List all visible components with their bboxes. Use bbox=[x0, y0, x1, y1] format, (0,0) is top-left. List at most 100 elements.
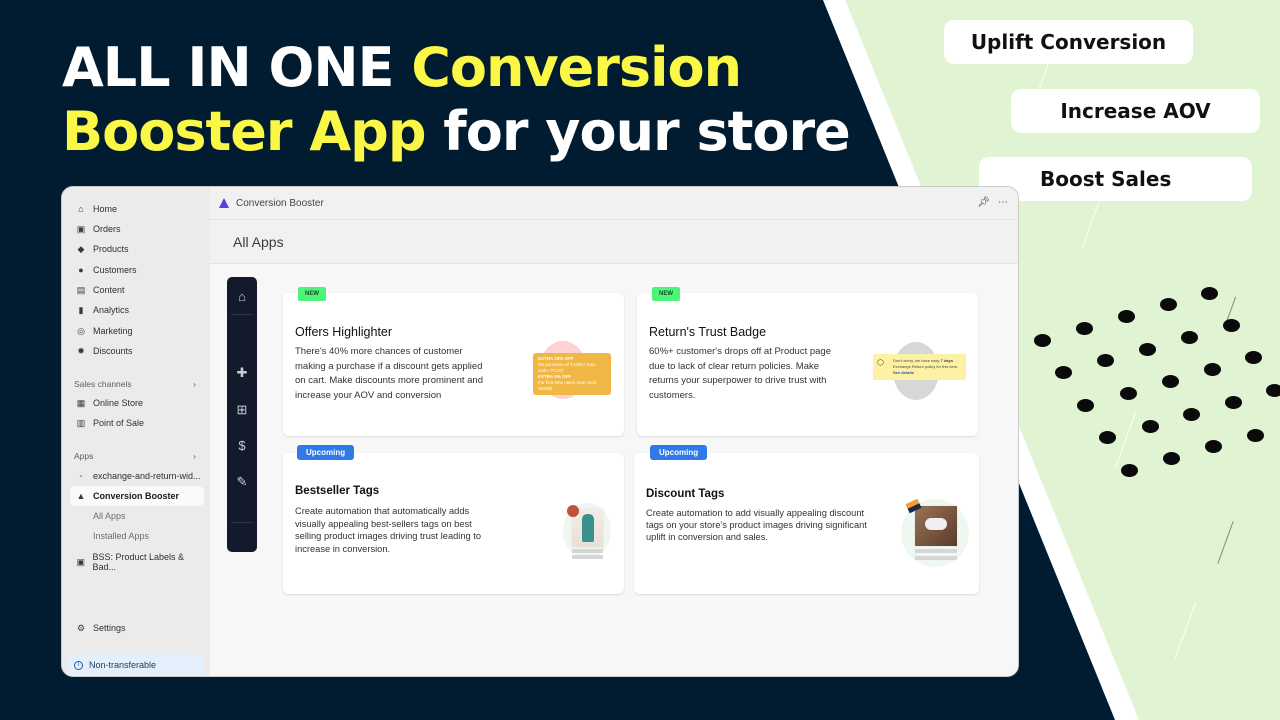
app-icon: ▪ bbox=[79, 471, 83, 481]
card-title: Offers Highlighter bbox=[295, 325, 393, 339]
card-title: Discount Tags bbox=[646, 488, 725, 500]
apps-header[interactable]: Apps › bbox=[74, 451, 196, 461]
sidebar-item-products[interactable]: ◆ Products bbox=[70, 239, 204, 259]
home-icon[interactable]: ⌂ bbox=[227, 289, 257, 304]
discount-icon: ✹ bbox=[77, 345, 85, 356]
decor-dot bbox=[1205, 440, 1222, 453]
sidebar-item-online-store[interactable]: ▦ Online Store bbox=[70, 393, 204, 413]
decor-dot bbox=[1121, 464, 1138, 477]
chevron-right-icon: › bbox=[193, 379, 196, 389]
decor-dot bbox=[1266, 384, 1280, 397]
non-transferable-banner[interactable]: i Non-transferable bbox=[67, 654, 204, 676]
decor-dot bbox=[1181, 331, 1198, 344]
product-thumbnail bbox=[915, 506, 957, 546]
placeholder-bar bbox=[915, 549, 957, 553]
home-icon: ⌂ bbox=[78, 204, 84, 214]
card-description: 60%+ customer's drops off at Product pag… bbox=[649, 346, 831, 401]
rail-divider bbox=[231, 314, 253, 315]
sidebar-item-settings[interactable]: ⚙ Settings bbox=[70, 618, 204, 638]
bestseller-tag-icon bbox=[567, 505, 579, 517]
app-nav-rail: ⌂ ✚ ⊞ $ ✎ bbox=[227, 277, 257, 552]
conversion-booster-logo bbox=[219, 198, 229, 208]
add-app-icon[interactable]: ⊞ bbox=[227, 402, 257, 418]
benefit-pill-aov: Increase AOV bbox=[1011, 89, 1260, 133]
card-title: Return's Trust Badge bbox=[649, 325, 767, 339]
more-icon[interactable]: ⋯ bbox=[998, 197, 1008, 208]
decor-dot bbox=[1204, 363, 1221, 376]
benefit-pill-uplift: Uplift Conversion bbox=[944, 20, 1193, 64]
upcoming-badge: Upcoming bbox=[650, 445, 708, 460]
card-title: Bestseller Tags bbox=[295, 485, 380, 497]
sidebar-item-point-of-sale[interactable]: ▥ Point of Sale bbox=[70, 413, 204, 433]
decor-dot bbox=[1077, 399, 1094, 412]
decor-dot bbox=[1120, 387, 1137, 400]
decor-dot bbox=[1142, 420, 1159, 433]
admin-sidebar: ⌂ Home ▣ Orders ◆ Products ● Customers ▤ Cont… bbox=[62, 187, 210, 676]
pin-icon[interactable]: ✚ bbox=[227, 365, 257, 381]
card-offers-highlighter[interactable]: NEW Offers Highlighter There's 40% more … bbox=[283, 287, 624, 436]
edit-icon[interactable]: ✎ bbox=[227, 474, 257, 490]
main-content: ⌂ ✚ ⊞ $ ✎ NEW Offers Highlighter There's… bbox=[210, 264, 1018, 676]
app-topbar: Conversion Booster 📌︎ ⋯ bbox=[210, 187, 1018, 219]
store-icon: ▦ bbox=[76, 397, 86, 408]
sidebar-item-all-apps[interactable]: All Apps bbox=[70, 506, 204, 526]
dollar-icon[interactable]: $ bbox=[227, 438, 257, 453]
trust-badge-preview: ⬡ Don't worry, we have easy 7 days Excha… bbox=[873, 354, 966, 380]
placeholder-bar bbox=[572, 549, 603, 553]
card-description: There's 40% more chances of customer mak… bbox=[295, 346, 483, 401]
sidebar-item-bss-labels[interactable]: ▣ BSS: Product Labels & Bad... bbox=[70, 552, 204, 572]
app-title: Conversion Booster bbox=[236, 197, 324, 209]
orders-icon: ▣ bbox=[76, 223, 86, 234]
info-icon: i bbox=[74, 660, 83, 670]
card-description: Create automation to add visually appeal… bbox=[646, 508, 867, 542]
decor-dot bbox=[1139, 343, 1156, 356]
headline-white-1: ALL IN ONE bbox=[62, 36, 412, 99]
sidebar-item-exchange-app[interactable]: ▪ exchange-and-return-wid... bbox=[70, 466, 204, 486]
placeholder-bar bbox=[915, 556, 957, 560]
pin-icon[interactable]: 📌︎ bbox=[977, 197, 990, 208]
decor-dot bbox=[1055, 366, 1072, 379]
sidebar-item-content[interactable]: ▤ Content bbox=[70, 280, 204, 300]
sidebar-item-discounts[interactable]: ✹ Discounts bbox=[70, 341, 204, 361]
pos-icon: ▥ bbox=[76, 417, 86, 428]
decor-dot bbox=[1223, 319, 1240, 332]
card-bestseller-tags[interactable]: Upcoming Bestseller Tags Create automati… bbox=[283, 445, 624, 594]
sidebar-item-analytics[interactable]: ▮ Analytics bbox=[70, 300, 204, 320]
decor-dot bbox=[1183, 408, 1200, 421]
sidebar-item-customers[interactable]: ● Customers bbox=[70, 260, 204, 280]
decor-dot bbox=[1118, 310, 1135, 323]
sales-channels-header[interactable]: Sales channels › bbox=[74, 379, 196, 389]
card-returns-trust-badge[interactable]: NEW Return's Trust Badge 60%+ customer's… bbox=[637, 287, 978, 436]
page-title: All Apps bbox=[210, 219, 1018, 264]
benefit-pill-sales: Boost Sales bbox=[979, 157, 1252, 201]
bar-chart-icon: ▮ bbox=[78, 304, 84, 315]
upcoming-badge: Upcoming bbox=[297, 445, 355, 460]
card-discount-tags[interactable]: Upcoming Discount Tags Create automation… bbox=[634, 445, 979, 594]
sidebar-item-orders[interactable]: ▣ Orders bbox=[70, 219, 204, 239]
box-icon: ⬡ bbox=[877, 358, 884, 367]
decor-dot bbox=[1201, 287, 1218, 300]
sidebar-item-home[interactable]: ⌂ Home bbox=[70, 199, 204, 219]
product-figure bbox=[582, 514, 594, 542]
new-badge: NEW bbox=[298, 287, 326, 301]
tag-icon: ◆ bbox=[77, 243, 85, 254]
decor-dot bbox=[1076, 322, 1093, 335]
headline-white-2: for your store bbox=[425, 100, 851, 163]
app-window: ⌂ Home ▣ Orders ◆ Products ● Customers ▤ Cont… bbox=[61, 186, 1019, 677]
card-description: Create automation that automatically add… bbox=[295, 506, 482, 554]
gear-icon: ⚙ bbox=[76, 622, 86, 633]
decor-dot bbox=[1097, 354, 1114, 367]
marketing-icon: ◎ bbox=[77, 325, 85, 336]
person-icon: ● bbox=[78, 265, 84, 275]
decor-dot bbox=[1034, 334, 1051, 347]
headline-yellow-1: Conversion bbox=[411, 36, 742, 99]
decor-dot bbox=[1162, 375, 1179, 388]
sidebar-item-installed-apps[interactable]: Installed Apps bbox=[70, 526, 204, 546]
decor-dot bbox=[1099, 431, 1116, 444]
sidebar-item-conversion-booster[interactable]: ▲ Conversion Booster bbox=[70, 486, 204, 506]
sidebar-item-marketing[interactable]: ◎ Marketing bbox=[70, 321, 204, 341]
content-icon: ▤ bbox=[76, 284, 86, 295]
new-badge: NEW bbox=[652, 287, 680, 301]
rail-divider bbox=[231, 522, 253, 523]
decor-dot bbox=[1247, 429, 1264, 442]
